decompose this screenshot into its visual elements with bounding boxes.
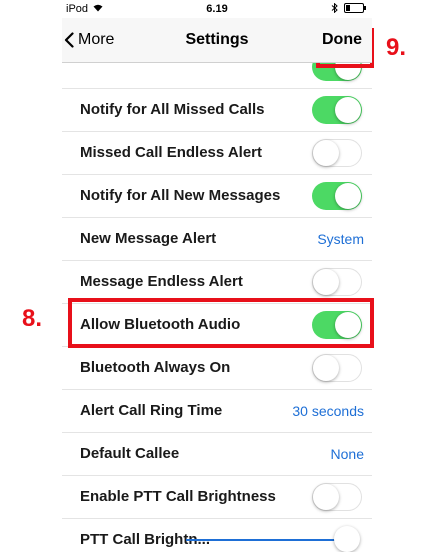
row-value[interactable]: System (317, 218, 364, 260)
row-allow-bluetooth-audio: Allow Bluetooth Audio (62, 304, 372, 347)
toggle-notify-all-missed-calls[interactable] (312, 96, 362, 124)
toggle-missed-call-endless-alert[interactable] (312, 139, 362, 167)
toggle-notify-all-new-messages[interactable] (312, 182, 362, 210)
toggle-knob (313, 140, 339, 166)
toggle-knob (335, 183, 361, 209)
toggle-knob (313, 355, 339, 381)
row-label: Allow Bluetooth Audio (80, 316, 241, 333)
brightness-slider-track[interactable] (186, 539, 344, 541)
toggle-allow-bluetooth-audio[interactable] (312, 311, 362, 339)
row-notify-all-missed-calls: Notify for All Missed Calls (62, 89, 372, 132)
done-button[interactable]: Done (322, 31, 362, 49)
row-label: Default Callee (80, 445, 180, 462)
row-alert-call-ring-time[interactable]: Alert Call Ring Time 30 seconds (62, 390, 372, 433)
row-notify-all-new-messages: Notify for All New Messages (62, 175, 372, 218)
row-enable-ptt-call-brightness: Enable PTT Call Brightness (62, 476, 372, 519)
row-default-callee[interactable]: Default Callee None (62, 433, 372, 476)
toggle-bluetooth-always-on[interactable] (312, 354, 362, 382)
row-new-message-alert[interactable]: New Message Alert System (62, 218, 372, 261)
status-right (331, 3, 366, 13)
row-missed-call-endless-alert: Missed Call Endless Alert (62, 132, 372, 175)
toggle-message-endless-alert[interactable] (312, 268, 362, 296)
row-label: Missed Call Endless Alert (80, 144, 263, 161)
status-time: 6.19 (206, 3, 228, 15)
battery-icon (344, 3, 366, 13)
row-bluetooth-always-on: Bluetooth Always On (62, 347, 372, 390)
row-label: Notify for All Missed Calls (80, 101, 265, 118)
row-value[interactable]: None (331, 433, 364, 475)
row-value[interactable]: 30 seconds (292, 390, 364, 432)
toggle-knob (313, 484, 339, 510)
toggle-knob (313, 269, 339, 295)
bluetooth-icon (331, 3, 338, 13)
settings-list: Notify for All Missed Calls Missed Call … (62, 50, 372, 552)
status-bar: iPod 6.19 (62, 0, 372, 18)
row-label: Bluetooth Always On (80, 359, 231, 376)
row-label: Message Endless Alert (80, 273, 243, 290)
row-label: PTT Call Brightn... (80, 531, 210, 548)
row-message-endless-alert: Message Endless Alert (62, 261, 372, 304)
brightness-slider-thumb[interactable] (334, 526, 360, 552)
navigation-bar: More Settings Done (62, 18, 372, 63)
toggle-knob (335, 312, 361, 338)
row-label: Alert Call Ring Time (80, 402, 223, 419)
row-label: Notify for All New Messages (80, 187, 281, 204)
annotation-label-done: 9. (386, 34, 407, 61)
row-label: New Message Alert (80, 230, 217, 247)
phone-screen: iPod 6.19 More Settings Done Notify for … (62, 0, 372, 552)
row-ptt-call-brightness: PTT Call Brightn... (62, 519, 372, 552)
toggle-enable-ptt-call-brightness[interactable] (312, 483, 362, 511)
annotation-label-bluetooth: 8. (22, 305, 43, 332)
toggle-knob (335, 97, 361, 123)
row-label: Enable PTT Call Brightness (80, 488, 276, 505)
